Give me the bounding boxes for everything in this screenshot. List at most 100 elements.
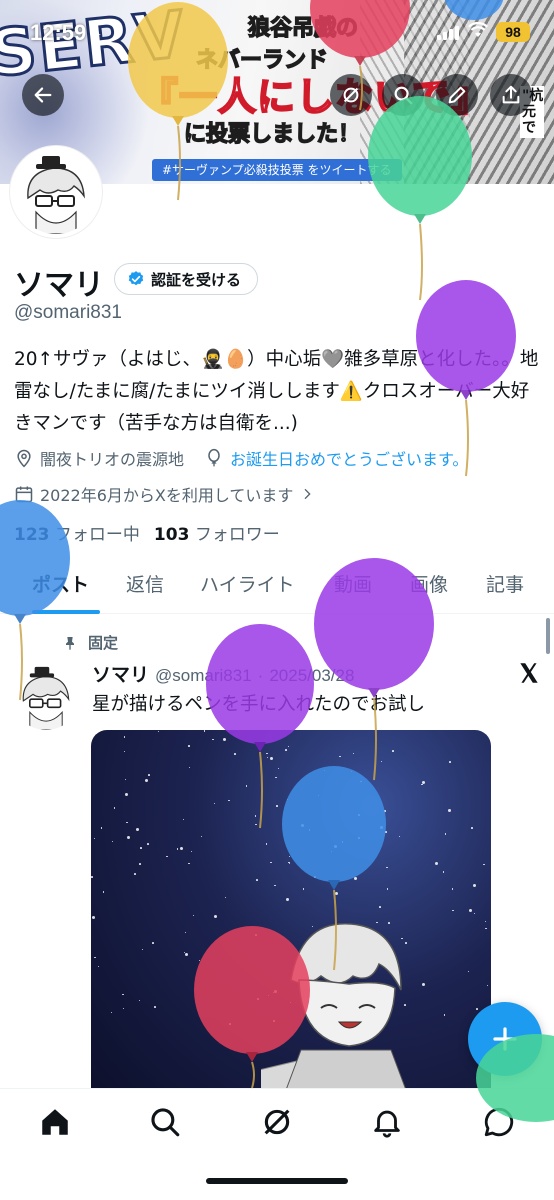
- star: [314, 876, 316, 878]
- tab-replies[interactable]: 返信: [126, 570, 164, 597]
- avatar-illustration: [14, 150, 98, 234]
- star: [166, 855, 168, 858]
- star: [317, 794, 320, 797]
- bell-icon: [374, 1110, 400, 1138]
- star: [147, 843, 149, 845]
- share-icon: [502, 85, 520, 104]
- home-icon: [42, 1109, 68, 1135]
- star: [302, 888, 305, 890]
- star: [333, 845, 337, 849]
- star: [126, 821, 128, 824]
- grok-icon: [343, 87, 359, 103]
- tab-articles[interactable]: 記事: [486, 570, 524, 597]
- star: [274, 884, 276, 887]
- star: [213, 802, 216, 805]
- star: [266, 756, 269, 759]
- following-link[interactable]: 123 フォロー中: [14, 520, 140, 545]
- edit-button[interactable]: [436, 74, 478, 116]
- star: [122, 993, 124, 996]
- star: [286, 798, 289, 801]
- verified-badge-icon: [128, 271, 144, 286]
- nav-search[interactable]: [148, 1105, 182, 1139]
- star: [254, 815, 256, 817]
- cellular-signal-icon: [437, 24, 461, 40]
- profile-bio: 20↑サヴァ（よはじ、🥷🥚）中心垢🩶雑多草原と化した。。地雷なし/たまに腐/たま…: [14, 349, 539, 434]
- star: [447, 809, 451, 813]
- following-label: フォロー中: [54, 525, 140, 545]
- back-button[interactable]: [22, 74, 64, 116]
- get-verified-button[interactable]: 認証を受ける: [114, 263, 259, 295]
- tab-highlights[interactable]: ハイライト: [200, 570, 295, 597]
- star: [287, 745, 290, 748]
- star: [386, 866, 388, 869]
- banner-text-line4: に投票しました！: [183, 120, 361, 147]
- star: [468, 908, 472, 912]
- star: [245, 785, 248, 787]
- star: [123, 750, 126, 752]
- search-button[interactable]: [382, 74, 424, 116]
- pen-icon: [448, 86, 466, 104]
- star: [134, 873, 136, 875]
- star: [358, 837, 360, 839]
- following-count: 123: [14, 525, 50, 545]
- pinned-indicator: 固定: [62, 632, 118, 653]
- tab-photos[interactable]: 画像: [410, 570, 448, 597]
- nav-home[interactable]: [38, 1105, 72, 1139]
- share-button[interactable]: [490, 74, 532, 116]
- star: [135, 828, 139, 832]
- star: [125, 793, 129, 797]
- profile-joined-row[interactable]: 2022年6月からXを利用しています: [14, 482, 315, 506]
- grok-post-button[interactable]: [516, 660, 542, 686]
- star: [485, 927, 487, 930]
- star: [214, 914, 218, 918]
- compose-post-button[interactable]: [468, 1002, 542, 1076]
- post-image[interactable]: [91, 730, 491, 1110]
- avatar-illustration: [12, 662, 80, 730]
- star: [444, 833, 447, 835]
- star: [276, 805, 278, 807]
- status-time: 12:59: [30, 20, 87, 45]
- status-bar: 12:59 ☾ 98: [0, 0, 554, 66]
- active-tab-indicator: [32, 610, 100, 614]
- nav-notifications[interactable]: [370, 1105, 404, 1139]
- star: [266, 752, 268, 755]
- star: [379, 825, 383, 829]
- get-verified-label: 認証を受ける: [151, 270, 242, 289]
- star: [286, 898, 290, 902]
- wifi-icon: [468, 21, 488, 43]
- star: [323, 769, 326, 772]
- star: [179, 847, 183, 850]
- nav-messages[interactable]: [482, 1105, 516, 1139]
- star: [141, 948, 144, 951]
- star: [350, 770, 353, 773]
- grok-button[interactable]: [330, 74, 372, 116]
- nav-grok[interactable]: [260, 1105, 294, 1139]
- profile-avatar[interactable]: [10, 146, 102, 238]
- scrollbar[interactable]: [546, 618, 550, 654]
- star: [200, 835, 203, 838]
- star: [97, 965, 100, 968]
- tab-videos[interactable]: 動画: [334, 570, 372, 597]
- star: [473, 912, 476, 915]
- profile-meta-row: 闇夜トリオの震源地 お誕生日おめでとうございます。: [14, 446, 468, 470]
- star: [152, 942, 154, 944]
- post-author-avatar[interactable]: [12, 662, 80, 730]
- star: [188, 745, 190, 747]
- profile-birthday-link[interactable]: お誕生日おめでとうございます。: [230, 446, 468, 470]
- star: [476, 1008, 478, 1010]
- post-date[interactable]: 2025/03/28: [269, 666, 354, 686]
- star: [275, 776, 277, 779]
- profile-handle: @somari831: [14, 302, 122, 323]
- star: [277, 767, 280, 770]
- star: [335, 892, 339, 896]
- tab-posts[interactable]: ポスト: [32, 570, 89, 597]
- post-author-name[interactable]: ソマリ: [92, 660, 149, 687]
- star: [91, 876, 93, 878]
- followers-link[interactable]: 103 フォロワー: [154, 520, 280, 545]
- star: [138, 999, 141, 1002]
- character-illustration: [261, 923, 415, 1110]
- star: [449, 761, 451, 763]
- star: [486, 984, 489, 986]
- star: [379, 906, 381, 908]
- star: [222, 738, 226, 742]
